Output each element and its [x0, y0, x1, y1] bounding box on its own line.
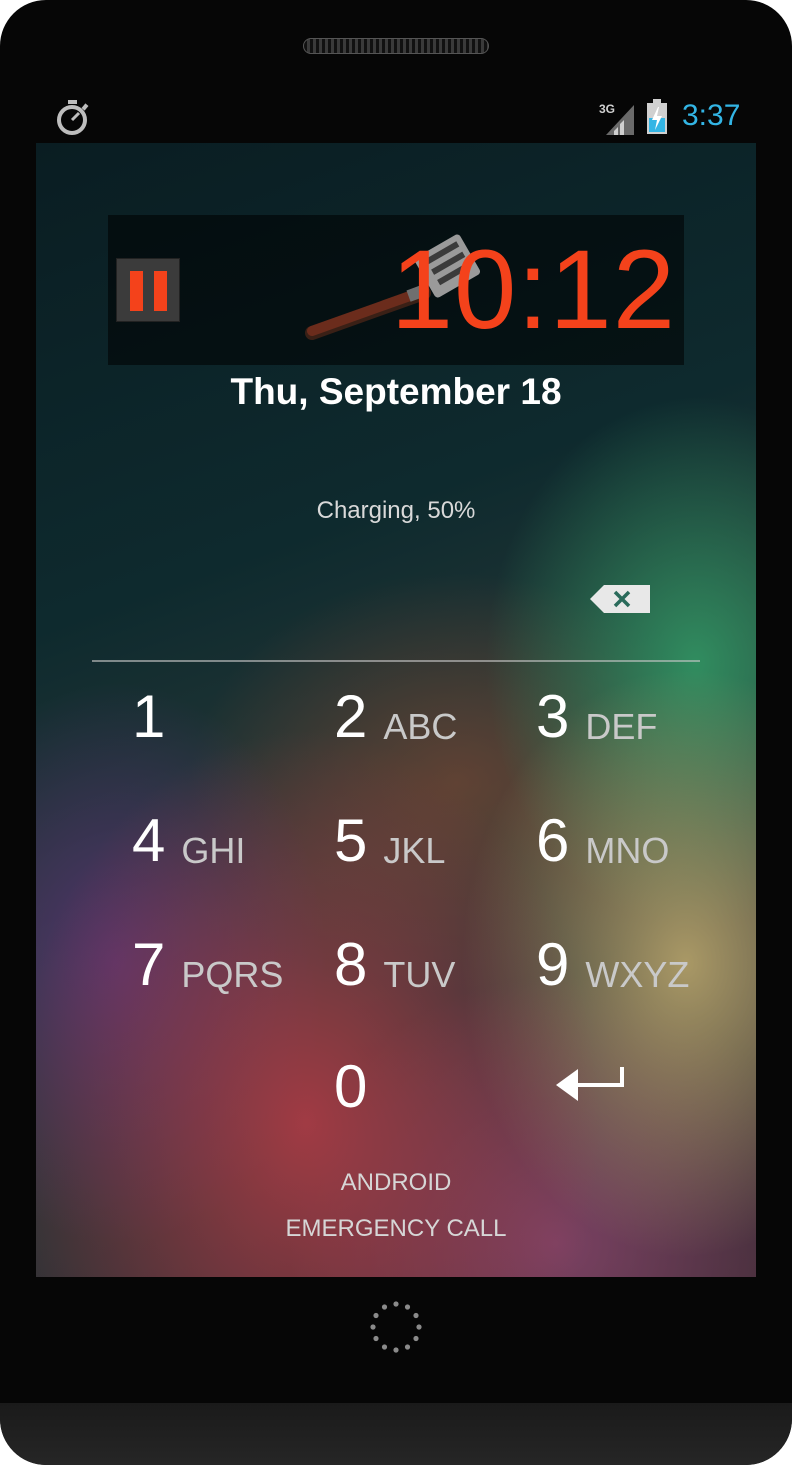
key-digit: 9 [536, 931, 570, 998]
key-digit: 6 [536, 807, 570, 874]
phone-frame: 3G 3:37 10:12 Thu, September 18 Charging… [0, 0, 792, 1465]
timer-display: 10:12 [390, 227, 676, 352]
signal-icon: 3G [599, 102, 634, 135]
lockscreen-date: Thu, September 18 [230, 371, 562, 412]
key-letters: GHI [181, 830, 246, 871]
carrier-label: ANDROID [340, 1169, 452, 1196]
key-3[interactable]: 3 DEF [536, 667, 657, 747]
key-digit: 4 [132, 807, 166, 874]
key-letters: ABC [383, 706, 458, 747]
key-digit: 5 [334, 807, 368, 874]
key-6[interactable]: 6 MNO [536, 791, 669, 871]
key-1[interactable]: 1 [132, 667, 165, 747]
key-digit: 3 [536, 683, 570, 750]
key-5[interactable]: 5 JKL [334, 791, 445, 871]
status-time: 3:37 [682, 99, 741, 132]
earpiece-speaker [303, 38, 489, 54]
lockscreen: 10:12 Thu, September 18 Charging, 50% 1 … [36, 143, 756, 1277]
pause-icon [130, 271, 143, 311]
key-digit: 2 [334, 683, 368, 750]
pin-field-divider [92, 660, 700, 662]
key-8[interactable]: 8 TUV [334, 915, 455, 995]
key-0[interactable]: 0 [334, 1037, 367, 1117]
phone-chin [0, 1403, 792, 1465]
key-digit: 0 [334, 1053, 368, 1120]
key-digit: 8 [334, 931, 368, 998]
stopwatch-icon [57, 100, 89, 135]
network-type-label: 3G [599, 102, 615, 116]
pause-button[interactable] [116, 258, 180, 322]
enter-icon[interactable] [554, 1061, 626, 1107]
timer-widget: 10:12 [108, 215, 684, 365]
pause-icon [154, 271, 167, 311]
key-7[interactable]: 7 PQRS [132, 915, 283, 995]
key-letters: PQRS [181, 954, 284, 995]
key-letters: JKL [383, 830, 446, 871]
key-digit: 1 [132, 683, 166, 750]
key-4[interactable]: 4 GHI [132, 791, 245, 871]
key-digit: 7 [132, 931, 166, 998]
home-button[interactable] [369, 1300, 423, 1354]
key-9[interactable]: 9 WXYZ [536, 915, 689, 995]
key-letters: TUV [383, 954, 456, 995]
key-letters: WXYZ [585, 954, 690, 995]
key-2[interactable]: 2 ABC [334, 667, 457, 747]
key-letters: MNO [585, 830, 670, 871]
key-letters: DEF [585, 706, 658, 747]
charging-status: Charging, 50% [316, 497, 476, 524]
backspace-icon[interactable] [590, 585, 650, 613]
battery-charging-icon [647, 99, 667, 134]
status-bar: 3G 3:37 [36, 95, 756, 143]
emergency-call-button[interactable]: EMERGENCY CALL [36, 1215, 756, 1243]
